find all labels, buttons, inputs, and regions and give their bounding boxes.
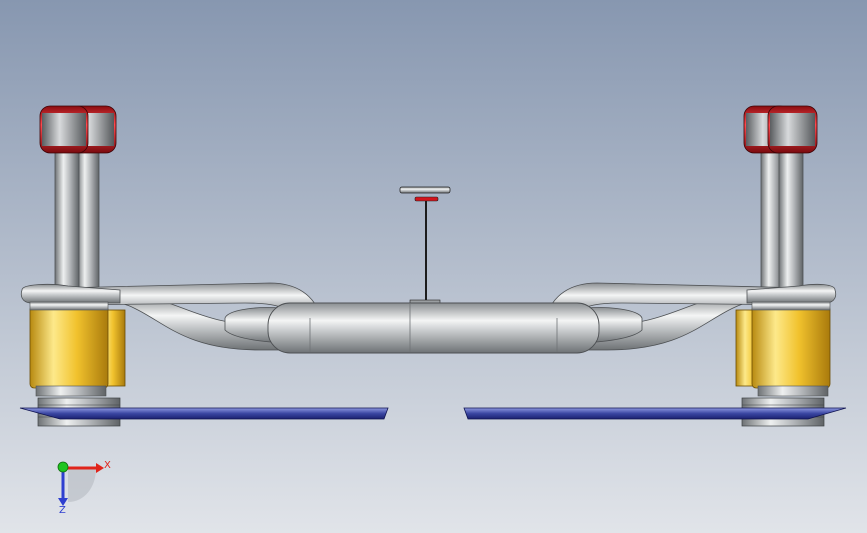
left-post-rod-front [54, 139, 80, 296]
right-wheel-hub-front [770, 113, 815, 146]
triad-z-label: Z [59, 505, 66, 516]
right-caster-wheel[interactable] [743, 105, 818, 154]
left-housing-front [29, 305, 109, 389]
central-tube [267, 302, 600, 354]
left-housing-cap [29, 301, 109, 311]
right-housing-cap [751, 301, 831, 311]
left-wheel-hub-front [42, 113, 86, 146]
right-lift-housing[interactable] [735, 301, 831, 427]
stem-collar [414, 196, 439, 202]
left-lift-housing[interactable] [29, 301, 126, 427]
stem-top-disc [399, 186, 451, 194]
right-foot-plate [463, 407, 847, 420]
viewport-background [0, 0, 867, 533]
cad-viewport[interactable]: X Z [0, 0, 867, 533]
right-post-rod-front [778, 139, 804, 296]
right-housing-front [751, 305, 831, 389]
left-foot-plate [19, 407, 389, 420]
left-post-rod-back [76, 139, 100, 296]
triad-x-label: X [104, 460, 111, 471]
right-housing-ring [757, 385, 829, 397]
left-caster-wheel[interactable] [39, 105, 117, 154]
triad-y-axis-dot [57, 461, 69, 473]
left-housing-ring [35, 385, 107, 397]
